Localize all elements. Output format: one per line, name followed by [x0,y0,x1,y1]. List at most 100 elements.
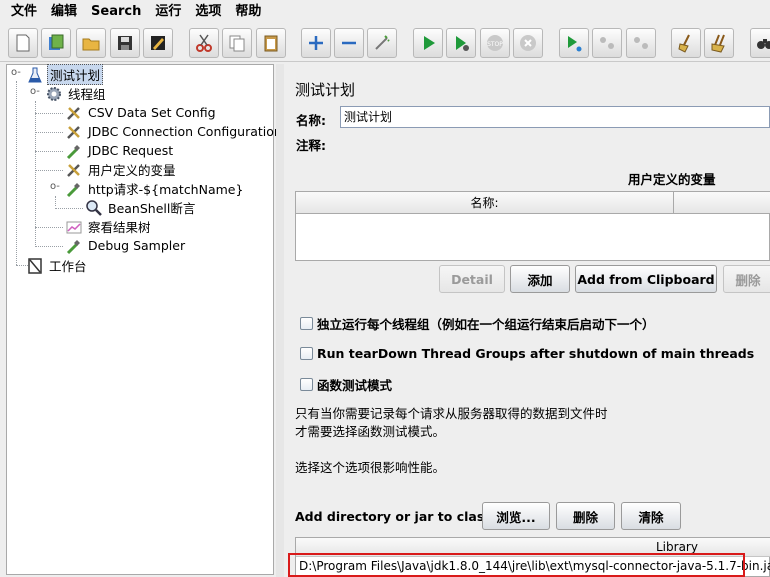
templates-button[interactable] [41,28,71,58]
tree-node-label: 线程组 [68,87,106,102]
tree-node-label: 工作台 [49,259,87,274]
tree-node-label: 用户定义的变量 [88,163,176,178]
remote-stop-button[interactable] [592,28,622,58]
scissors-icon [196,34,212,52]
menu-help[interactable]: 帮助 [228,0,268,24]
page-title: 测试计划 [295,81,356,99]
tree-node-label: BeanShell断言 [108,201,196,216]
binoculars-icon [757,39,770,49]
test-plan-tree[interactable]: o- o- o- 测试计划 线程组 CSV Data Set Config JD… [6,64,282,575]
tree-line [35,246,63,247]
name-label: 名称: [296,113,326,128]
delete-variable-button[interactable]: 删除 [723,265,770,293]
tree-node-label: 察看结果树 [88,220,151,235]
tree-node-jdbc-request[interactable]: JDBC Request [65,141,175,160]
menu-file[interactable]: 文件 [4,0,44,24]
tree-line [55,196,56,206]
add-button[interactable]: 添加 [510,265,570,293]
wrench-icon [65,104,83,122]
expand-button[interactable] [301,28,331,58]
add-from-clipboard-button[interactable]: Add from Clipboard [575,265,717,293]
start-no-pause-button[interactable] [446,28,476,58]
tree-line [16,81,17,265]
tree-node-view-results-tree[interactable]: 察看结果树 [65,217,153,236]
new-file-icon [16,34,30,52]
functional-mode-note-line: 才需要选择函数测试模式。 [295,424,446,439]
cut-button[interactable] [189,28,219,58]
save-as-button[interactable] [143,28,173,58]
flask-icon [26,66,44,84]
wrench-icon [65,161,83,179]
stop-icon: STOP [487,35,503,51]
remote-start-button[interactable] [559,28,589,58]
pipette-icon [65,180,83,198]
run-thread-groups-consecutively-row[interactable]: 独立运行每个线程组（例如在一个组运行结束后启动下一个） [300,314,655,332]
expand-toggle[interactable]: o- [50,181,60,192]
tree-node-csv-config[interactable]: CSV Data Set Config [65,103,218,122]
teardown-checkbox[interactable] [300,346,313,360]
save-button[interactable] [110,28,140,58]
tree-line [35,170,63,171]
checkbox-label: 独立运行每个线程组（例如在一个组运行结束后启动下一个） [317,316,655,332]
tree-node-test-plan[interactable]: 测试计划 [26,64,104,85]
run-consecutively-checkbox[interactable] [300,316,313,330]
brooms-icon [711,34,725,53]
clear-button[interactable] [671,28,701,58]
paste-button[interactable] [256,28,286,58]
comment-field[interactable] [334,131,770,153]
clear-classpath-button[interactable]: 清除 [621,502,681,530]
wand-icon [375,35,390,50]
gear-icon [45,85,63,103]
expand-toggle[interactable]: o- [30,86,40,97]
clear-all-button[interactable] [704,28,734,58]
functional-test-mode-row[interactable]: 函数测试模式 [300,375,392,393]
teardown-after-shutdown-row[interactable]: Run tearDown Thread Groups after shutdow… [300,344,754,362]
tree-node-workbench[interactable]: 工作台 [26,256,89,275]
tree-node-label: Debug Sampler [88,238,186,253]
collapse-button[interactable] [334,28,364,58]
toolbar: STOP [0,24,770,62]
expand-toggle[interactable]: o- [11,67,21,78]
annotation-highlight-box [288,553,745,577]
table-header: 名称: [296,192,770,214]
browse-button[interactable]: 浏览... [482,502,550,530]
remote-shutdown-button[interactable] [626,28,656,58]
new-button[interactable] [8,28,38,58]
tree-node-http-request[interactable]: http请求-${matchName} [65,179,245,198]
tree-line [35,151,63,152]
svg-text:STOP: STOP [487,41,503,48]
delete-classpath-button[interactable]: 删除 [556,502,615,530]
functional-mode-checkbox[interactable] [300,377,313,391]
copy-button[interactable] [222,28,252,58]
broom-icon [678,34,690,53]
checkbox-label: Run tearDown Thread Groups after shutdow… [317,345,755,361]
menu-edit[interactable]: 编辑 [44,0,84,24]
checkbox-label: 函数测试模式 [317,377,393,393]
user-variables-table[interactable]: 名称: [295,191,770,261]
minus-icon [342,41,356,45]
menu-search[interactable]: Search [84,0,148,24]
test-plan-panel: 测试计划 名称: 测试计划 注释: 用户定义的变量 名称: Detail 添加 … [284,64,770,577]
detail-button[interactable]: Detail [439,265,505,293]
save-icon [118,36,132,50]
menu-run[interactable]: 运行 [148,0,188,24]
start-button[interactable] [413,28,443,58]
play-no-timer-icon [456,36,469,51]
tree-line [35,227,63,228]
stop-button[interactable]: STOP [480,28,510,58]
shutdown-button[interactable] [513,28,543,58]
panel-splitter[interactable] [276,64,284,577]
column-header-name[interactable]: 名称: [296,192,674,214]
tree-node-jdbc-config[interactable]: JDBC Connection Configuration [65,122,284,141]
search-button[interactable] [750,28,770,58]
open-folder-icon [82,38,100,51]
tree-node-debug-sampler[interactable]: Debug Sampler [65,236,187,255]
tree-node-beanshell-assertion[interactable]: BeanShell断言 [85,198,197,217]
toggle-button[interactable] [367,28,397,58]
tree-node-thread-group[interactable]: 线程组 [45,84,108,103]
name-field[interactable]: 测试计划 [340,106,770,128]
menu-options[interactable]: 选项 [188,0,228,24]
tree-node-label: JDBC Connection Configuration [88,124,282,139]
tree-node-user-variables[interactable]: 用户定义的变量 [65,160,178,179]
open-button[interactable] [76,28,106,58]
